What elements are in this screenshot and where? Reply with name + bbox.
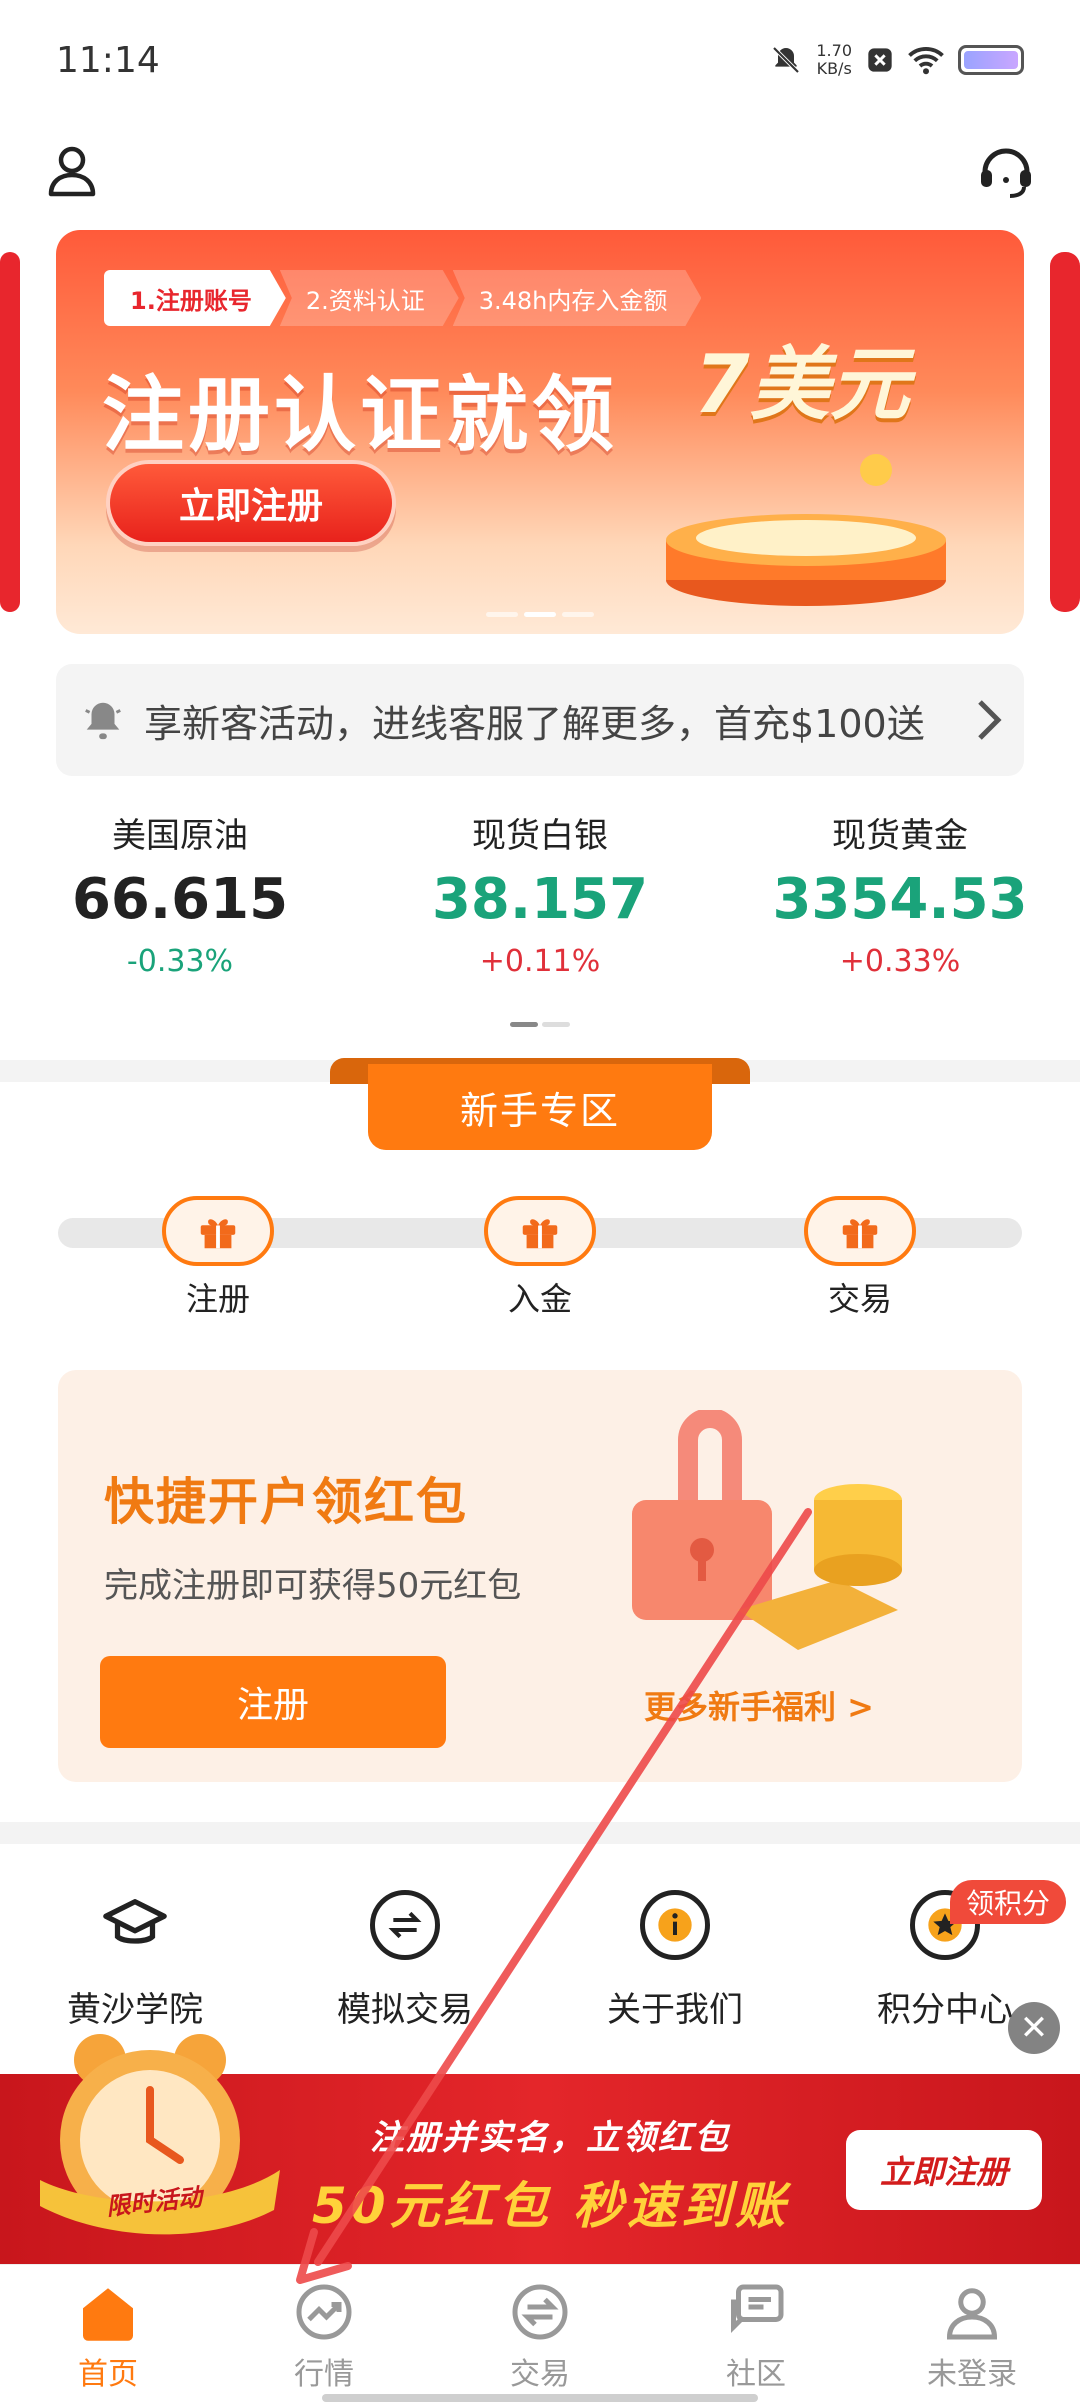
quote-silver[interactable]: 现货白银 38.157 +0.11% — [360, 810, 720, 1010]
info-icon — [640, 1890, 710, 1960]
gift-icon — [842, 1219, 878, 1249]
milestone-label: 交易 — [827, 1280, 892, 1318]
quote-name: 美国原油 — [112, 816, 248, 856]
banner-title: 注册认证就领 — [102, 368, 619, 463]
market-quotes: 美国原油 66.615 -0.33% 现货白银 38.157 +0.11% 现货… — [0, 810, 1080, 1010]
more-newbie-benefits-link[interactable]: 更多新手福利 > — [644, 1682, 874, 1728]
milestone-deposit[interactable]: 入金 — [480, 1196, 600, 1320]
banner-step-3: 3.48h内存入金额 — [453, 270, 702, 326]
promo-register-button[interactable]: 注册 — [100, 1656, 446, 1748]
notice-bar[interactable]: 享新客活动，进线客服了解更多，首充$100送 — [56, 664, 1024, 776]
quick-links: 黄沙学院 模拟交易 关于我们 积分中心 — [0, 1850, 1080, 2030]
banner-prev-peek[interactable] — [0, 252, 20, 612]
app-notification-icon — [868, 48, 892, 72]
nav-label: 行情 — [294, 2357, 354, 2392]
quote-name: 现货黄金 — [832, 816, 968, 856]
quick-link-academy[interactable]: 黄沙学院 — [0, 1850, 270, 2030]
status-icons: 1.70 KB/s — [770, 40, 1024, 80]
milestone-trade[interactable]: 交易 — [800, 1196, 920, 1320]
net-speed-value: 1.70 — [816, 41, 852, 60]
quotes-pagination — [510, 1022, 570, 1027]
banner-steps: 1.注册账号 2.资料认证 3.48h内存入金额 — [104, 270, 695, 326]
section-divider — [0, 1822, 1080, 1844]
banner-amount: 7美元 — [694, 338, 910, 431]
milestone-label: 注册 — [185, 1280, 250, 1318]
nav-login[interactable]: 未登录 — [864, 2265, 1080, 2408]
status-time: 11:14 — [56, 40, 160, 81]
ad-line-2: 50元红包 秒速到账 — [312, 2177, 789, 2235]
gold-coin-illustration — [666, 454, 946, 606]
bottom-navigation: 首页 行情 交易 社区 未登录 — [0, 2264, 1080, 2408]
net-speed-unit: KB/s — [816, 59, 852, 78]
ad-register-button[interactable]: 立即注册 — [846, 2130, 1042, 2210]
nav-market[interactable]: 行情 — [216, 2265, 432, 2408]
nav-label: 首页 — [78, 2357, 138, 2392]
status-bar: 11:14 1.70 KB/s — [0, 0, 1080, 120]
points-badge[interactable]: 领积分 — [950, 1880, 1067, 1924]
nav-label: 未登录 — [927, 2357, 1017, 2392]
battery-icon — [958, 45, 1024, 75]
quote-crude-oil[interactable]: 美国原油 66.615 -0.33% — [0, 810, 360, 1010]
wifi-icon — [908, 47, 944, 75]
bell-icon — [85, 702, 121, 740]
headset-icon[interactable] — [976, 140, 1036, 200]
quick-link-label: 模拟交易 — [337, 1990, 473, 2030]
gift-icon — [522, 1219, 558, 1249]
chat-icon — [725, 2281, 787, 2343]
ad-line-1: 注册并实名，立领红包 — [370, 2118, 730, 2158]
milestone-register[interactable]: 注册 — [158, 1196, 278, 1320]
quote-price: 38.157 — [431, 867, 649, 932]
gift-icon — [200, 1219, 236, 1249]
close-ad-button[interactable]: ✕ — [1008, 2002, 1060, 2054]
graduation-cap-icon — [100, 1890, 170, 1960]
milestone-label: 入金 — [507, 1280, 572, 1318]
nav-label: 社区 — [726, 2357, 786, 2392]
open-account-promo-card: 快捷开户领红包 完成注册即可获得50元红包 注册 更多新手福利 > — [58, 1370, 1022, 1782]
quote-price: 3354.53 — [772, 867, 1028, 932]
chart-trend-icon — [293, 2281, 355, 2343]
promo-title: 快捷开户领红包 — [104, 1473, 468, 1531]
banner-next-peek[interactable] — [1050, 252, 1080, 612]
quote-change: +0.11% — [479, 944, 601, 979]
promo-subtitle: 完成注册即可获得50元红包 — [104, 1566, 522, 1606]
chevron-right-icon[interactable] — [974, 698, 1004, 742]
quick-link-label: 关于我们 — [607, 1990, 743, 2030]
newbie-zone-title: 新手专区 — [368, 1064, 712, 1150]
nav-home[interactable]: 首页 — [0, 2265, 216, 2408]
quote-change: -0.33% — [126, 944, 234, 979]
quick-link-label: 黄沙学院 — [67, 1990, 203, 2030]
quick-link-demo-trade[interactable]: 模拟交易 — [270, 1850, 540, 2030]
quick-link-about[interactable]: 关于我们 — [540, 1850, 810, 2030]
banner-pagination — [486, 612, 594, 617]
quote-change: +0.33% — [839, 944, 961, 979]
quote-price: 66.615 — [71, 867, 289, 932]
net-speed: 1.70 KB/s — [816, 42, 852, 78]
nav-community[interactable]: 社区 — [648, 2265, 864, 2408]
notice-text: 享新客活动，进线客服了解更多，首充$100送 — [144, 701, 925, 746]
exchange-icon — [370, 1890, 440, 1960]
user-icon — [941, 2281, 1003, 2343]
quote-name: 现货白银 — [472, 816, 608, 856]
alarm-clock-illustration: 限时活动 — [40, 2034, 280, 2235]
user-icon[interactable] — [42, 140, 102, 200]
banner-register-button[interactable]: 立即注册 — [106, 460, 396, 546]
mute-bell-icon — [772, 46, 800, 74]
banner-step-1: 1.注册账号 — [104, 270, 286, 326]
nav-label: 交易 — [510, 2357, 570, 2392]
exchange-icon — [509, 2281, 571, 2343]
gesture-bar — [322, 2394, 758, 2402]
banner-step-2: 2.资料认证 — [280, 270, 459, 326]
home-icon — [77, 2281, 139, 2343]
quote-gold[interactable]: 现货黄金 3354.53 +0.33% — [720, 810, 1080, 1010]
nav-trade[interactable]: 交易 — [432, 2265, 648, 2408]
lock-and-coins-illustration — [632, 1410, 902, 1650]
register-banner[interactable]: 1.注册账号 2.资料认证 3.48h内存入金额 注册认证就领 7美元 立即注册 — [56, 230, 1024, 634]
